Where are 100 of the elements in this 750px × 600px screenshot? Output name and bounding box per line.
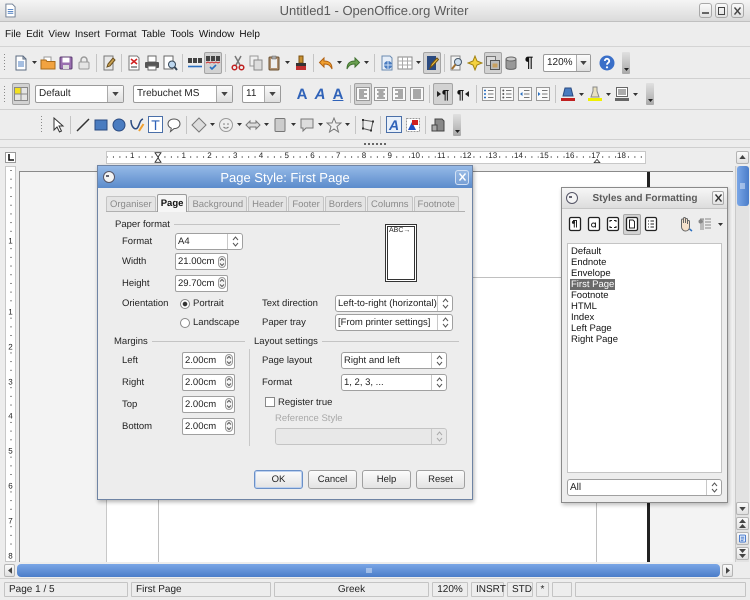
list-item[interactable]: Envelope	[570, 268, 612, 279]
tab-selector-button[interactable]	[5, 152, 16, 162]
list-item[interactable]: HTML	[570, 301, 598, 312]
numbering-format-dropdown[interactable]: 1, 2, 3, ...	[341, 374, 447, 390]
menu-item[interactable]: Table	[142, 28, 166, 40]
spin-arrows-icon[interactable]	[218, 256, 226, 268]
number-field[interactable]: 21.00cm	[175, 253, 228, 270]
caret-icon[interactable]	[579, 92, 584, 96]
list-item[interactable]: Footnote	[570, 290, 610, 301]
caret-icon[interactable]	[210, 123, 215, 126]
caret-icon[interactable]	[32, 61, 37, 64]
dialog-button[interactable]: Help	[362, 470, 411, 489]
close-button[interactable]	[712, 191, 724, 205]
text-direction-dropdown[interactable]: Left-to-right (horizontal)	[335, 295, 453, 312]
menu-item[interactable]: Help	[239, 28, 260, 40]
scroll-up-button[interactable]	[736, 150, 749, 164]
previous-page-button[interactable]	[736, 517, 749, 530]
paper-tray-dropdown[interactable]: [From printer settings]	[335, 314, 453, 331]
styles-button[interactable]	[12, 83, 30, 105]
menu-item[interactable]: Insert	[74, 28, 100, 40]
radio-button[interactable]	[180, 298, 190, 308]
caret-icon[interactable]	[237, 123, 242, 126]
number-field[interactable]: 2.00cm	[182, 418, 235, 434]
fontwork-button[interactable]: A	[386, 116, 402, 133]
number-field[interactable]: 2.00cm	[182, 396, 235, 412]
dialog-button[interactable]: Reset	[416, 470, 465, 489]
list-item[interactable]: Left Page	[570, 323, 613, 334]
caret-icon[interactable]	[264, 123, 269, 126]
number-field[interactable]: 29.70cm	[175, 274, 228, 292]
number-field[interactable]: 2.00cm	[182, 374, 235, 390]
paper-format-dropdown[interactable]: A4	[175, 232, 243, 250]
caret-icon[interactable]	[291, 123, 296, 126]
grip-icon[interactable]	[3, 86, 6, 102]
scrollbar-thumb[interactable]	[736, 166, 748, 206]
underline-button[interactable]: A	[329, 83, 347, 105]
minimize-button[interactable]	[699, 3, 712, 18]
spin-arrows-icon[interactable]	[218, 277, 226, 289]
font-size-dropdown[interactable]: 11	[242, 85, 281, 103]
list-item[interactable]: Index	[570, 312, 596, 323]
spin-arrows-icon[interactable]	[225, 376, 233, 388]
spin-arrows-icon[interactable]	[225, 354, 233, 366]
scroll-right-button[interactable]	[722, 564, 733, 576]
maximize-button[interactable]	[715, 3, 728, 18]
scrollbar-thumb[interactable]	[17, 564, 720, 576]
italic-button[interactable]: A	[311, 83, 329, 105]
number-field[interactable]: 2.00cm	[182, 352, 235, 368]
scroll-left-button[interactable]	[4, 564, 15, 576]
gallery-button[interactable]	[484, 52, 502, 74]
spin-arrows-icon[interactable]	[225, 420, 233, 432]
caret-icon[interactable]	[416, 61, 421, 64]
radio-button[interactable]	[180, 318, 190, 328]
caret-icon[interactable]	[718, 222, 723, 226]
auto-spellcheck-button[interactable]	[204, 52, 222, 74]
left-to-right-button[interactable]: ¶	[433, 83, 453, 105]
menu-item[interactable]: Tools	[170, 28, 194, 40]
checkbox[interactable]	[265, 397, 275, 407]
checkbox-label[interactable]: Register true	[278, 396, 332, 408]
menu-item[interactable]: File	[5, 28, 22, 40]
page-styles-button[interactable]	[623, 214, 641, 234]
caret-icon[interactable]	[633, 92, 638, 96]
caret-icon[interactable]	[318, 123, 323, 126]
window-menu-icon[interactable]	[103, 171, 115, 183]
dialog-button[interactable]: Cancel	[308, 470, 357, 489]
toolbar-options-button[interactable]	[646, 83, 654, 105]
scroll-down-button[interactable]	[736, 502, 749, 515]
caret-icon[interactable]	[285, 61, 290, 64]
font-name-dropdown[interactable]: Trebuchet MS	[133, 85, 233, 103]
align-left-button[interactable]	[354, 83, 372, 105]
radio-label[interactable]: Portrait	[193, 298, 224, 309]
menu-item[interactable]: Window	[198, 28, 234, 40]
right-to-left-button[interactable]: ¶	[453, 83, 473, 105]
dialog-button[interactable]: OK	[254, 470, 303, 489]
radio-label[interactable]: Landscape	[193, 317, 240, 328]
caret-icon[interactable]	[345, 123, 350, 126]
caret-icon[interactable]	[364, 61, 369, 64]
filter-dropdown[interactable]: All	[567, 479, 722, 496]
close-button[interactable]	[731, 3, 744, 18]
formatting-marks-button[interactable]: ¶	[520, 52, 538, 74]
menu-item[interactable]: View	[48, 28, 70, 40]
paragraph-style-dropdown[interactable]: Default	[35, 85, 124, 103]
draw-functions-button[interactable]	[423, 52, 441, 74]
spin-arrows-icon[interactable]	[225, 398, 233, 410]
grip-icon[interactable]	[3, 54, 6, 71]
toolbar-options-button[interactable]	[453, 114, 461, 136]
page-layout-dropdown[interactable]: Right and left	[341, 352, 447, 368]
list-item[interactable]: Default	[570, 246, 602, 257]
grip-icon[interactable]	[40, 116, 43, 133]
text-button[interactable]: T	[148, 116, 163, 133]
list-item[interactable]: Endnote	[570, 257, 608, 268]
window-menu-icon[interactable]	[566, 192, 578, 204]
toolbar-options-button[interactable]	[622, 52, 630, 74]
caret-icon[interactable]	[337, 61, 342, 64]
menu-item[interactable]: Format	[104, 28, 137, 40]
navigation-button[interactable]	[736, 532, 749, 545]
menu-item[interactable]: Edit	[26, 28, 44, 40]
next-page-button[interactable]	[736, 547, 749, 560]
indent-marker-icon[interactable]	[154, 152, 162, 162]
caret-icon[interactable]	[606, 92, 611, 96]
list-item[interactable]: Right Page	[570, 334, 620, 345]
list-item[interactable]: First Page	[570, 279, 616, 290]
